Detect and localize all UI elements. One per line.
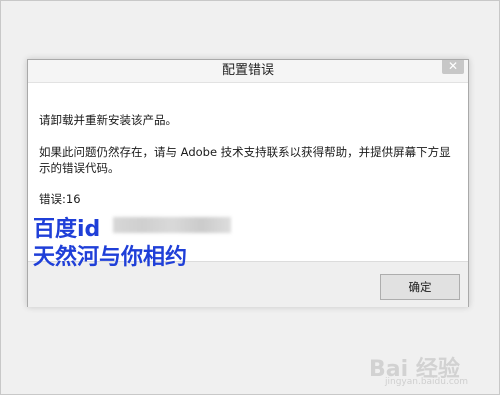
error-code: 错误:16: [39, 192, 81, 206]
baidu-watermark-url: jingyan.baidu.com: [385, 377, 469, 387]
dialog-title: 配置错误: [221, 63, 274, 78]
message-support-line1: 如果此问题仍然存在，请与 Adobe 技术支持联系以获得帮助，并提供屏幕下方显: [39, 145, 451, 159]
redacted-id-blur: [113, 217, 231, 233]
message-reinstall: 请卸载并重新安装该产品。: [39, 113, 177, 127]
screenshot-frame: 配置错误 ✕ 请卸载并重新安装该产品。 如果此问题仍然存在，请与 Adobe 技…: [0, 0, 500, 395]
close-icon: ✕: [447, 59, 459, 73]
ok-button[interactable]: 确定: [380, 274, 460, 300]
close-button[interactable]: ✕: [442, 59, 464, 74]
message-support-line2: 示的错误代码。: [39, 161, 120, 175]
overlay-text-slogan: 天然河与你相约: [33, 245, 188, 270]
dialog-titlebar: 配置错误 ✕: [28, 59, 468, 83]
